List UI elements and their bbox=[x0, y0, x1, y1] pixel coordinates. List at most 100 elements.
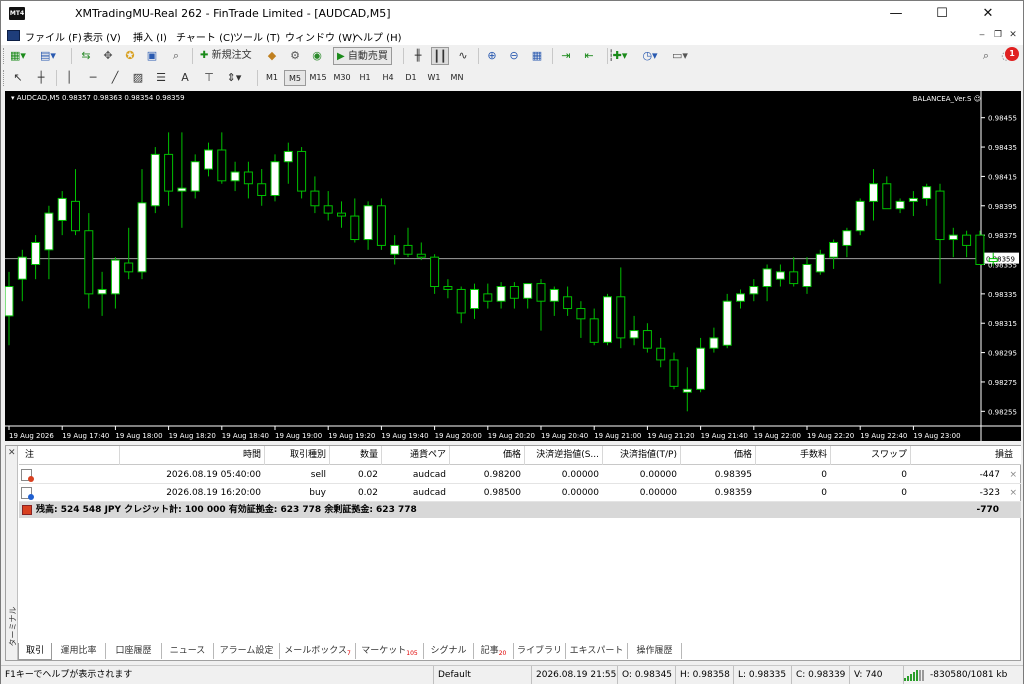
expert-advisor-label[interactable]: BALANCEA_Ver.S ☺ bbox=[913, 95, 981, 103]
zoom-out-icon[interactable]: ⊖ bbox=[505, 47, 523, 65]
equidistant-channel-icon[interactable]: ▨ bbox=[129, 69, 147, 87]
chart-shift-icon[interactable]: ⇥ bbox=[557, 47, 575, 65]
timeframe-mn[interactable]: MN bbox=[446, 70, 468, 86]
col-order[interactable]: 注 bbox=[19, 446, 119, 465]
new-chart-icon[interactable]: ▦▾ bbox=[9, 47, 27, 65]
timeframe-m30[interactable]: M30 bbox=[331, 70, 353, 86]
trendline-icon[interactable]: ╱ bbox=[106, 69, 124, 87]
timeframe-m5[interactable]: M5 bbox=[284, 70, 306, 86]
tab-mailbox[interactable]: メールボックス7 bbox=[280, 643, 356, 659]
tile-windows-icon[interactable]: ▦ bbox=[528, 47, 546, 65]
tab-library[interactable]: ライブラリ bbox=[514, 643, 566, 659]
horizontal-line-icon[interactable]: ─ bbox=[84, 69, 102, 87]
col-swap[interactable]: スワップ bbox=[830, 446, 910, 465]
bull-candle bbox=[682, 388, 692, 393]
mdi-close-button[interactable]: ✕ bbox=[1006, 29, 1020, 42]
menu-help[interactable]: ヘルプ (H) bbox=[353, 29, 402, 44]
navigator-icon[interactable]: ✪ bbox=[121, 47, 139, 65]
col-take-profit[interactable]: 決済指値(T/P) bbox=[602, 446, 680, 465]
timeframe-h1[interactable]: H1 bbox=[354, 70, 376, 86]
crosshair-icon[interactable]: ┼ bbox=[32, 69, 50, 87]
table-row[interactable]: 2026.08.19 16:20:00 buy 0.02 audcad 0.98… bbox=[19, 485, 1021, 502]
timeframe-m15[interactable]: M15 bbox=[307, 70, 329, 86]
tab-experts[interactable]: エキスパート bbox=[566, 643, 628, 659]
minimize-button[interactable]: — bbox=[873, 1, 919, 27]
col-current-price[interactable]: 価格 bbox=[680, 446, 755, 465]
fibonacci-icon[interactable]: ☰ bbox=[152, 69, 170, 87]
col-stop-loss[interactable]: 決済逆指値(S... bbox=[524, 446, 602, 465]
tab-market[interactable]: マーケット105 bbox=[356, 643, 424, 659]
zoom-in-icon[interactable]: ⊕ bbox=[483, 47, 501, 65]
vertical-line-icon[interactable]: │ bbox=[60, 69, 78, 87]
col-commission[interactable]: 手数料 bbox=[755, 446, 830, 465]
line-chart-icon[interactable]: ∿ bbox=[454, 47, 472, 65]
close-order-icon[interactable]: × bbox=[1009, 467, 1017, 484]
chart-window-icon[interactable] bbox=[7, 30, 20, 41]
cell-stop-loss[interactable]: 0.00000 bbox=[524, 467, 602, 484]
maximize-button[interactable]: ☐ bbox=[919, 1, 965, 27]
menu-file[interactable]: ファイル (F) bbox=[25, 29, 82, 44]
tab-journal[interactable]: 操作履歴 bbox=[628, 643, 682, 659]
periods-clock-icon[interactable]: ◷▾ bbox=[641, 47, 659, 65]
col-type[interactable]: 取引種別 bbox=[264, 446, 329, 465]
autoscroll-icon[interactable]: ⇤ bbox=[580, 47, 598, 65]
tab-alerts[interactable]: アラーム設定 bbox=[214, 643, 280, 659]
data-window-icon[interactable]: ✥ bbox=[99, 47, 117, 65]
terminal-window-icon[interactable]: ▣ bbox=[143, 47, 161, 65]
balance-summary-row[interactable]: 残高: 524 548 JPY クレジット計: 100 000 有効証拠金: 6… bbox=[19, 502, 1021, 518]
col-volume[interactable]: 数量 bbox=[329, 446, 381, 465]
table-row[interactable]: 2026.08.19 05:40:00 sell 0.02 audcad 0.9… bbox=[19, 467, 1021, 484]
templates-icon[interactable]: ▭▾ bbox=[671, 47, 689, 65]
global-variables-icon[interactable]: ⚙ bbox=[286, 47, 304, 65]
close-order-icon[interactable]: × bbox=[1009, 485, 1017, 502]
cell-take-profit[interactable]: 0.00000 bbox=[602, 467, 680, 484]
tab-articles[interactable]: 記事20 bbox=[474, 643, 514, 659]
menu-view[interactable]: 表示 (V) bbox=[83, 29, 121, 44]
timeframe-h4[interactable]: H4 bbox=[377, 70, 399, 86]
menu-window[interactable]: ウィンドウ (W) bbox=[285, 29, 356, 44]
candlestick-chart-icon[interactable]: ┃┃ bbox=[431, 47, 449, 65]
menu-chart[interactable]: チャート (C) bbox=[176, 29, 234, 44]
timeframe-m1[interactable]: M1 bbox=[261, 70, 283, 86]
col-open-price[interactable]: 価格 bbox=[449, 446, 524, 465]
col-symbol[interactable]: 通貨ペア bbox=[381, 446, 449, 465]
mdi-restore-button[interactable]: ❐ bbox=[991, 29, 1005, 42]
tab-trade[interactable]: 取引 bbox=[18, 643, 52, 660]
market-watch-icon[interactable]: ⇆ bbox=[77, 47, 95, 65]
tab-account-history[interactable]: 口座履歴 bbox=[106, 643, 162, 659]
options-icon[interactable]: ◉ bbox=[308, 47, 326, 65]
candlestick-chart[interactable]: 0.98455 0.98435 0.98415 0.98395 0.98375 0.983… bbox=[5, 91, 1021, 441]
tab-signals[interactable]: シグナル bbox=[424, 643, 474, 659]
indicators-icon[interactable]: ✚▾ bbox=[611, 47, 629, 65]
menu-insert[interactable]: 挿入 (I) bbox=[133, 29, 167, 44]
new-order-button[interactable]: ✚ 新規注文 bbox=[197, 47, 255, 65]
price-chart[interactable]: 0.98455 0.98435 0.98415 0.98395 0.98375 0.983… bbox=[5, 91, 1021, 441]
cursor-icon[interactable]: ↖ bbox=[9, 69, 27, 87]
bar-chart-icon[interactable]: ╫ bbox=[409, 47, 427, 65]
metaeditor-icon[interactable]: ◆ bbox=[263, 47, 281, 65]
menu-tools[interactable]: ツール (T) bbox=[233, 29, 280, 44]
toolbar-grip[interactable] bbox=[3, 70, 6, 86]
timeframe-w1[interactable]: W1 bbox=[423, 70, 445, 86]
close-window-button[interactable]: ✕ bbox=[965, 1, 1011, 27]
toolbar-grip[interactable] bbox=[3, 48, 6, 64]
tab-news[interactable]: ニュース bbox=[162, 643, 214, 659]
cell-take-profit[interactable]: 0.00000 bbox=[602, 485, 680, 502]
cell-stop-loss[interactable]: 0.00000 bbox=[524, 485, 602, 502]
tab-exposure[interactable]: 運用比率 bbox=[52, 643, 106, 659]
arrows-icon[interactable]: ⇕▾ bbox=[225, 69, 243, 87]
status-connection[interactable]: -830580/1081 kb bbox=[903, 666, 1023, 684]
notification-badge[interactable]: 1 bbox=[1005, 47, 1019, 61]
text-label-icon[interactable]: ⊤ bbox=[200, 69, 218, 87]
text-tool-icon[interactable]: A bbox=[176, 69, 194, 87]
strategy-tester-icon[interactable]: ⌕ bbox=[167, 47, 185, 65]
timeframe-d1[interactable]: D1 bbox=[400, 70, 422, 86]
mdi-minimize-button[interactable]: ‒ bbox=[975, 29, 989, 42]
profiles-icon[interactable]: ▤▾ bbox=[39, 47, 57, 65]
terminal-close-icon[interactable]: ✕ bbox=[8, 448, 16, 458]
status-profile[interactable]: Default bbox=[433, 666, 529, 684]
auto-trading-button[interactable]: ▶ 自動売買 bbox=[333, 47, 392, 65]
search-icon[interactable]: ⌕ bbox=[977, 47, 995, 65]
col-profit[interactable]: 損益 bbox=[910, 446, 1021, 465]
col-time[interactable]: 時間 bbox=[119, 446, 264, 465]
